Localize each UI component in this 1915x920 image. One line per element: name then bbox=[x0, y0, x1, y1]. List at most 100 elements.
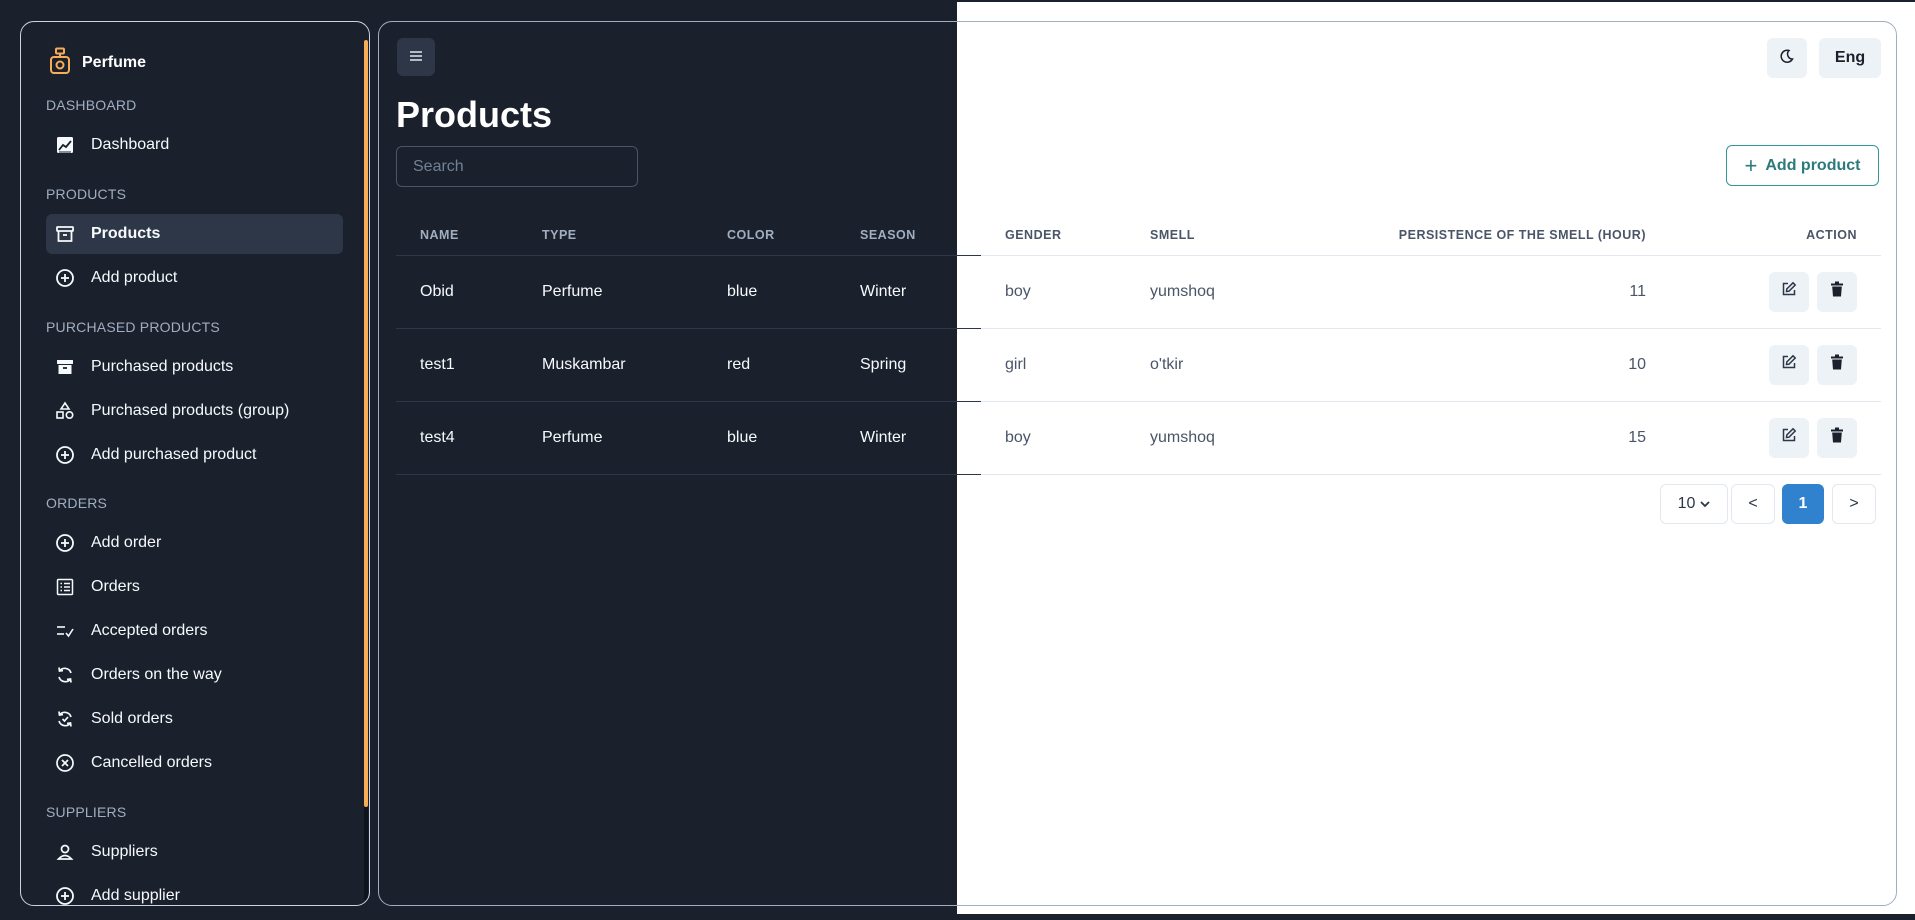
list-check-icon bbox=[54, 620, 76, 642]
theme-toggle-button[interactable] bbox=[1767, 38, 1807, 78]
plus-circle-icon bbox=[54, 532, 76, 554]
brand-name: Perfume bbox=[82, 54, 147, 71]
user-icon bbox=[54, 841, 76, 863]
cell-actions bbox=[1646, 401, 1881, 475]
section-title-products: PRODUCTS bbox=[46, 186, 127, 202]
column-header-persistence[interactable]: PERSISTENCE OF THE SMELL (HOUR) bbox=[1306, 215, 1646, 256]
sidebar-item-label: Orders on the way bbox=[91, 666, 222, 683]
perfume-bottle-icon bbox=[48, 47, 72, 80]
column-header-smell[interactable]: SMELL bbox=[1126, 215, 1306, 256]
x-circle-icon bbox=[54, 752, 76, 774]
table-header-row: NAME TYPE COLOR SEASON GENDER SMELL PERS… bbox=[396, 215, 1881, 256]
sidebar-item-orders[interactable]: Orders bbox=[46, 567, 343, 607]
section-title-dashboard: DASHBOARD bbox=[46, 97, 137, 113]
section-title-purchased-products: PURCHASED PRODUCTS bbox=[46, 319, 220, 335]
cell-type: Muskambar bbox=[518, 328, 703, 402]
cell-smell: yumshoq bbox=[1126, 255, 1306, 329]
delete-button[interactable] bbox=[1817, 344, 1857, 385]
sidebar-item-add-product[interactable]: Add product bbox=[46, 258, 343, 298]
cell-name: Obid bbox=[396, 255, 518, 329]
sidebar-item-label: Dashboard bbox=[91, 136, 170, 153]
table-row[interactable]: test1 Muskambar red Spring girl o'tkir 1… bbox=[396, 328, 1881, 402]
menu-toggle-button[interactable] bbox=[397, 38, 435, 76]
cell-name: test4 bbox=[396, 401, 518, 475]
archive-filled-icon bbox=[54, 356, 76, 378]
prev-page-button[interactable]: < bbox=[1731, 484, 1775, 524]
main-panel: Eng Products + Add product NAME TYPE COL… bbox=[378, 21, 1897, 906]
current-page-button[interactable]: 1 bbox=[1782, 484, 1824, 524]
sidebar-item-label: Sold orders bbox=[91, 710, 173, 727]
page-size-value: 10 bbox=[1677, 495, 1696, 512]
sidebar-item-dashboard[interactable]: Dashboard bbox=[46, 125, 343, 165]
sidebar-item-cancelled-orders[interactable]: Cancelled orders bbox=[46, 743, 343, 783]
cell-season: Winter bbox=[836, 255, 981, 329]
section-title-suppliers: SUPPLIERS bbox=[46, 804, 127, 820]
delete-button[interactable] bbox=[1817, 417, 1857, 458]
sidebar: Perfume DASHBOARD Dashboard PRODUCTS Pro… bbox=[20, 21, 370, 906]
sidebar-item-suppliers[interactable]: Suppliers bbox=[46, 832, 343, 872]
refresh-icon bbox=[54, 664, 76, 686]
sidebar-item-label: Purchased products bbox=[91, 358, 234, 375]
trash-icon bbox=[1830, 427, 1844, 448]
sidebar-item-purchased-products-group[interactable]: Purchased products (group) bbox=[46, 391, 343, 431]
chart-icon bbox=[54, 134, 76, 156]
sidebar-item-label: Suppliers bbox=[91, 843, 158, 860]
sidebar-item-add-order[interactable]: Add order bbox=[46, 523, 343, 563]
sidebar-item-label: Add supplier bbox=[91, 887, 180, 904]
chevron-down-icon bbox=[1700, 500, 1711, 508]
cell-color: blue bbox=[703, 255, 836, 329]
refresh-check-icon bbox=[54, 708, 76, 730]
search-input[interactable] bbox=[396, 146, 638, 187]
sidebar-item-label: Purchased products (group) bbox=[91, 402, 290, 419]
section-title-orders: ORDERS bbox=[46, 495, 108, 511]
sidebar-item-label: Add purchased product bbox=[91, 446, 257, 463]
sidebar-item-label: Orders bbox=[91, 578, 140, 595]
moon-icon bbox=[1779, 48, 1795, 69]
sidebar-item-label: Accepted orders bbox=[91, 622, 208, 639]
cell-gender: boy bbox=[981, 255, 1126, 329]
edit-icon bbox=[1781, 427, 1797, 448]
language-button[interactable]: Eng bbox=[1819, 38, 1881, 78]
sidebar-item-add-purchased-product[interactable]: Add purchased product bbox=[46, 435, 343, 475]
page-title: Products bbox=[396, 94, 553, 135]
sidebar-item-sold-orders[interactable]: Sold orders bbox=[46, 699, 343, 739]
edit-button[interactable] bbox=[1769, 417, 1809, 458]
sidebar-item-purchased-products[interactable]: Purchased products bbox=[46, 347, 343, 387]
sidebar-item-label: Products bbox=[91, 225, 161, 242]
sidebar-item-add-supplier[interactable]: Add supplier bbox=[46, 876, 343, 905]
sidebar-scrollbar-thumb[interactable] bbox=[364, 40, 368, 807]
page-size-select[interactable]: 10 bbox=[1660, 484, 1728, 524]
edit-icon bbox=[1781, 354, 1797, 375]
products-table: NAME TYPE COLOR SEASON GENDER SMELL PERS… bbox=[396, 215, 1881, 475]
plus-circle-icon bbox=[54, 267, 76, 289]
table-row[interactable]: Obid Perfume blue Winter boy yumshoq 11 bbox=[396, 255, 1881, 329]
shapes-icon bbox=[54, 400, 76, 422]
sidebar-item-accepted-orders[interactable]: Accepted orders bbox=[46, 611, 343, 651]
column-header-color[interactable]: COLOR bbox=[703, 215, 836, 256]
add-product-label: Add product bbox=[1765, 156, 1861, 174]
cell-season: Spring bbox=[836, 328, 981, 402]
cell-actions bbox=[1646, 255, 1881, 329]
cell-persistence: 15 bbox=[1306, 401, 1646, 475]
column-header-type[interactable]: TYPE bbox=[518, 215, 703, 256]
delete-button[interactable] bbox=[1817, 271, 1857, 312]
column-header-name[interactable]: NAME bbox=[396, 215, 518, 256]
plus-circle-icon bbox=[54, 885, 76, 905]
cell-smell: o'tkir bbox=[1126, 328, 1306, 402]
archive-icon bbox=[54, 223, 76, 245]
edit-button[interactable] bbox=[1769, 344, 1809, 385]
sidebar-item-products[interactable]: Products bbox=[46, 214, 343, 254]
add-product-button[interactable]: + Add product bbox=[1726, 145, 1879, 186]
sidebar-item-orders-on-the-way[interactable]: Orders on the way bbox=[46, 655, 343, 695]
cell-type: Perfume bbox=[518, 401, 703, 475]
plus-icon: + bbox=[1744, 152, 1758, 178]
plus-circle-icon bbox=[54, 444, 76, 466]
column-header-season[interactable]: SEASON bbox=[836, 215, 981, 256]
edit-button[interactable] bbox=[1769, 271, 1809, 312]
column-header-gender[interactable]: GENDER bbox=[981, 215, 1126, 256]
table-row[interactable]: test4 Perfume blue Winter boy yumshoq 15 bbox=[396, 401, 1881, 475]
trash-icon bbox=[1830, 354, 1844, 375]
brand[interactable]: Perfume bbox=[48, 47, 146, 79]
cell-gender: boy bbox=[981, 401, 1126, 475]
next-page-button[interactable]: > bbox=[1832, 484, 1876, 524]
